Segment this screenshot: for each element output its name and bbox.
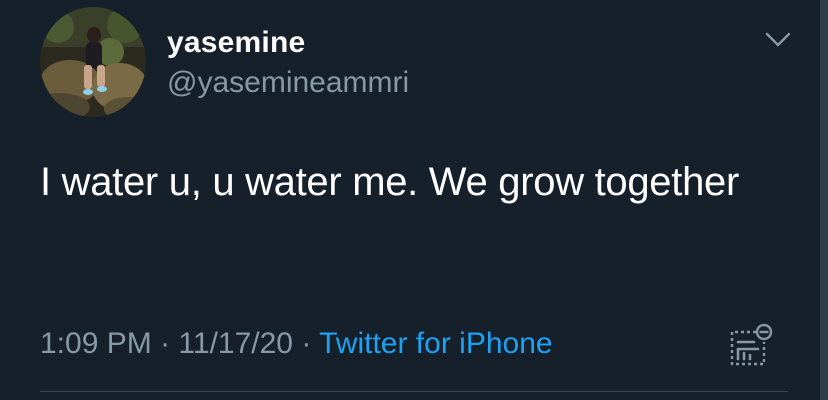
chevron-down-icon[interactable] (764, 28, 792, 52)
tweet-time[interactable]: 1:09 PM (40, 327, 152, 360)
meta-separator: · (301, 327, 312, 360)
tweet-text: I water u, u water me. We grow together (40, 160, 739, 204)
display-name[interactable]: yasemine (167, 26, 305, 60)
user-handle[interactable]: @yasemineammri (167, 66, 409, 100)
avatar[interactable] (40, 7, 146, 117)
tweet-date[interactable]: 11/17/20 (178, 327, 293, 360)
divider (40, 391, 788, 392)
tweet-detail: yasemine @yasemineammri I water u, u wat… (0, 0, 828, 400)
tweet-metadata: 1:09 PM · 11/17/20 · Twitter for iPhone (40, 324, 553, 364)
tweet-analytics-icon[interactable] (726, 322, 774, 368)
tweet-source-link[interactable]: Twitter for iPhone (319, 327, 552, 360)
avatar-photo (40, 7, 146, 117)
meta-separator: · (160, 327, 171, 360)
scrollbar-edge (820, 0, 828, 400)
